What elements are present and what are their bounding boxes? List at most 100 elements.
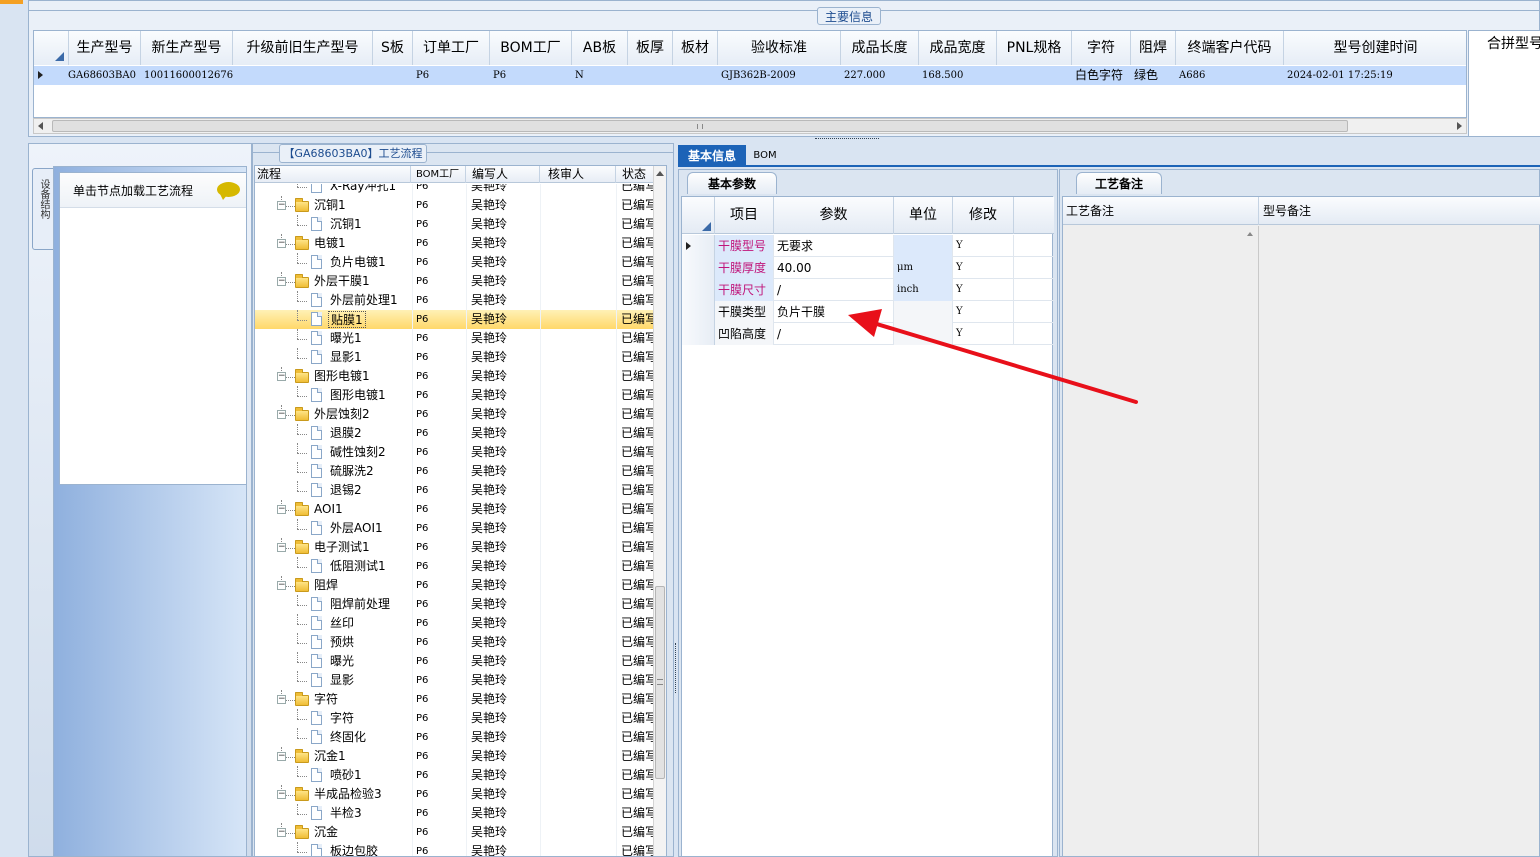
collapse-toggle-icon[interactable]: − [277,372,286,381]
col-header[interactable]: 生产型号 [69,31,141,65]
col-header[interactable]: 编写人 [466,166,540,183]
process-tree-row[interactable]: 外层AOI1 P6 吴艳玲 已编写 [255,519,653,538]
process-vscrollbar[interactable] [653,166,666,856]
scroll-up-icon[interactable] [1247,232,1253,236]
process-grid[interactable]: 流程 BOM工厂 编写人 核审人 状态 X-Ray冲孔1P6吴艳玲已编写−沉铜1… [254,165,667,857]
row-indicator[interactable] [682,257,715,279]
collapse-toggle-icon[interactable]: − [277,695,286,704]
process-tree-row[interactable]: X-Ray冲孔1 P6 吴艳玲 已编写 [255,184,653,196]
row-indicator[interactable] [682,323,715,345]
row-indicator[interactable] [682,279,715,301]
process-tree-row[interactable]: − 外层干膜1 P6 吴艳玲 已编写 [255,272,653,291]
process-tree-row[interactable]: 显影 P6 吴艳玲 已编写 [255,671,653,690]
collapse-toggle-icon[interactable]: − [277,581,286,590]
main-info-row[interactable]: GA68603BA0 10011600012676 P6 P6 N GJB362… [34,66,1466,85]
col-header[interactable]: 终端客户代码 [1176,31,1284,65]
param-value-cell[interactable]: 无要求 [774,235,894,257]
process-tree-row[interactable]: 沉铜1 P6 吴艳玲 已编写 [255,215,653,234]
row-indicator[interactable] [682,301,715,323]
process-tree-row[interactable]: 负片电镀1 P6 吴艳玲 已编写 [255,253,653,272]
col-header[interactable]: BOM工厂 [412,166,466,183]
row-indicator[interactable] [682,235,715,257]
collapse-toggle-icon[interactable]: − [277,239,286,248]
collapse-toggle-icon[interactable]: − [277,201,286,210]
basic-params-tab[interactable]: 基本参数 [687,172,777,194]
process-tree-row[interactable]: − 半成品检验3 P6 吴艳玲 已编写 [255,785,653,804]
param-row[interactable]: 干膜型号 无要求 Y [682,235,1054,257]
basic-params-grid[interactable]: 项目 参数 单位 修改 干膜型号 无要求 Y 干膜厚度 40.00 μm Y 干膜尺寸 / inc… [681,196,1054,857]
process-tree-row[interactable]: 字符 P6 吴艳玲 已编写 [255,709,653,728]
col-header[interactable]: 项目 [715,197,774,234]
scroll-thumb[interactable] [655,586,665,779]
process-tree-row[interactable]: − 电子测试1 P6 吴艳玲 已编写 [255,538,653,557]
col-header[interactable]: S板 [373,31,413,65]
col-header[interactable]: 验收标准 [718,31,841,65]
col-header[interactable]: AB板 [572,31,628,65]
collapse-toggle-icon[interactable]: − [277,752,286,761]
col-header[interactable]: 工艺备注 [1066,197,1259,225]
col-header[interactable]: 状态 [616,166,653,183]
notes-grid[interactable]: 工艺备注 型号备注 [1062,196,1540,857]
col-header[interactable]: 修改 [953,197,1014,234]
process-tree-row[interactable]: 喷砂1 P6 吴艳玲 已编写 [255,766,653,785]
side-tab-equipment[interactable]: 设备结构 [32,168,54,250]
process-tree-row[interactable]: 板边包胶 P6 吴艳玲 已编写 [255,842,653,856]
col-header[interactable]: 订单工厂 [413,31,490,65]
process-tree-row[interactable]: 硫脲洗2 P6 吴艳玲 已编写 [255,462,653,481]
process-tree-row[interactable]: 曝光 P6 吴艳玲 已编写 [255,652,653,671]
process-tree-row[interactable]: 退锡2 P6 吴艳玲 已编写 [255,481,653,500]
col-header[interactable]: 型号创建时间 [1284,31,1466,65]
param-row[interactable]: 干膜尺寸 / inch Y [682,279,1054,301]
param-value-cell[interactable]: / [774,279,894,301]
col-header[interactable]: BOM工厂 [490,31,572,65]
main-info-grid[interactable]: 生产型号 新生产型号 升级前旧生产型号 S板 订单工厂 BOM工厂 AB板 板厚… [33,30,1467,118]
process-tree-row[interactable]: 图形电镀1 P6 吴艳玲 已编写 [255,386,653,405]
process-tree-row[interactable]: 阻焊前处理 P6 吴艳玲 已编写 [255,595,653,614]
process-tree-row[interactable]: 半检3 P6 吴艳玲 已编写 [255,804,653,823]
process-tree-row[interactable]: 外层前处理1 P6 吴艳玲 已编写 [255,291,653,310]
process-tree-row[interactable]: 低阻测试1 P6 吴艳玲 已编写 [255,557,653,576]
collapse-toggle-icon[interactable]: − [277,828,286,837]
process-tree-row[interactable]: 贴膜1 P6 吴艳玲 已编写 [255,310,653,329]
col-header[interactable]: 流程 [255,166,411,183]
col-header[interactable]: PNL规格 [997,31,1072,65]
model-note-textarea[interactable] [1261,226,1539,856]
process-tree-row[interactable]: − 沉金1 P6 吴艳玲 已编写 [255,747,653,766]
process-tree-row[interactable]: − 沉金 P6 吴艳玲 已编写 [255,823,653,842]
scroll-up-icon[interactable] [656,171,664,176]
col-header[interactable]: 升级前旧生产型号 [233,31,373,65]
process-tree-row[interactable]: − 阻焊 P6 吴艳玲 已编写 [255,576,653,595]
process-tree-row[interactable]: − 图形电镀1 P6 吴艳玲 已编写 [255,367,653,386]
scroll-left-icon[interactable] [38,122,43,130]
collapse-toggle-icon[interactable]: − [277,277,286,286]
col-header[interactable]: 字符 [1072,31,1131,65]
process-tree-row[interactable]: 丝印 P6 吴艳玲 已编写 [255,614,653,633]
notes-tab[interactable]: 工艺备注 [1076,172,1162,194]
process-tree-row[interactable]: 退膜2 P6 吴艳玲 已编写 [255,424,653,443]
process-tree-row[interactable]: 碱性蚀刻2 P6 吴艳玲 已编写 [255,443,653,462]
col-header[interactable]: 成品长度 [841,31,919,65]
col-header[interactable]: 板材 [673,31,718,65]
param-value-cell[interactable]: 40.00 [774,257,894,279]
process-tree-row[interactable]: − AOI1 P6 吴艳玲 已编写 [255,500,653,519]
scroll-thumb[interactable] [52,120,1348,132]
process-tree-row[interactable]: − 沉铜1 P6 吴艳玲 已编写 [255,196,653,215]
param-row[interactable]: 干膜厚度 40.00 μm Y [682,257,1054,279]
tab-bom[interactable]: BOM [750,145,780,167]
process-tree-row[interactable]: 显影1 P6 吴艳玲 已编写 [255,348,653,367]
col-header[interactable]: 板厚 [628,31,673,65]
process-tree-row[interactable]: 曝光1 P6 吴艳玲 已编写 [255,329,653,348]
process-tree-row[interactable]: 预烘 P6 吴艳玲 已编写 [255,633,653,652]
process-tree-row[interactable]: 终固化 P6 吴艳玲 已编写 [255,728,653,747]
col-header[interactable]: 核审人 [540,166,616,183]
collapse-toggle-icon[interactable]: − [277,505,286,514]
node-hint-box[interactable]: 单击节点加载工艺流程 [59,172,247,485]
tab-basic-info[interactable]: 基本信息 [678,145,746,167]
collapse-toggle-icon[interactable]: − [277,543,286,552]
collapse-toggle-icon[interactable]: − [277,410,286,419]
col-header[interactable]: 新生产型号 [141,31,233,65]
col-header[interactable]: 型号备注 [1263,197,1533,225]
col-header[interactable]: 单位 [894,197,953,234]
collapse-toggle-icon[interactable]: − [277,790,286,799]
main-info-hscrollbar[interactable] [33,118,1467,134]
